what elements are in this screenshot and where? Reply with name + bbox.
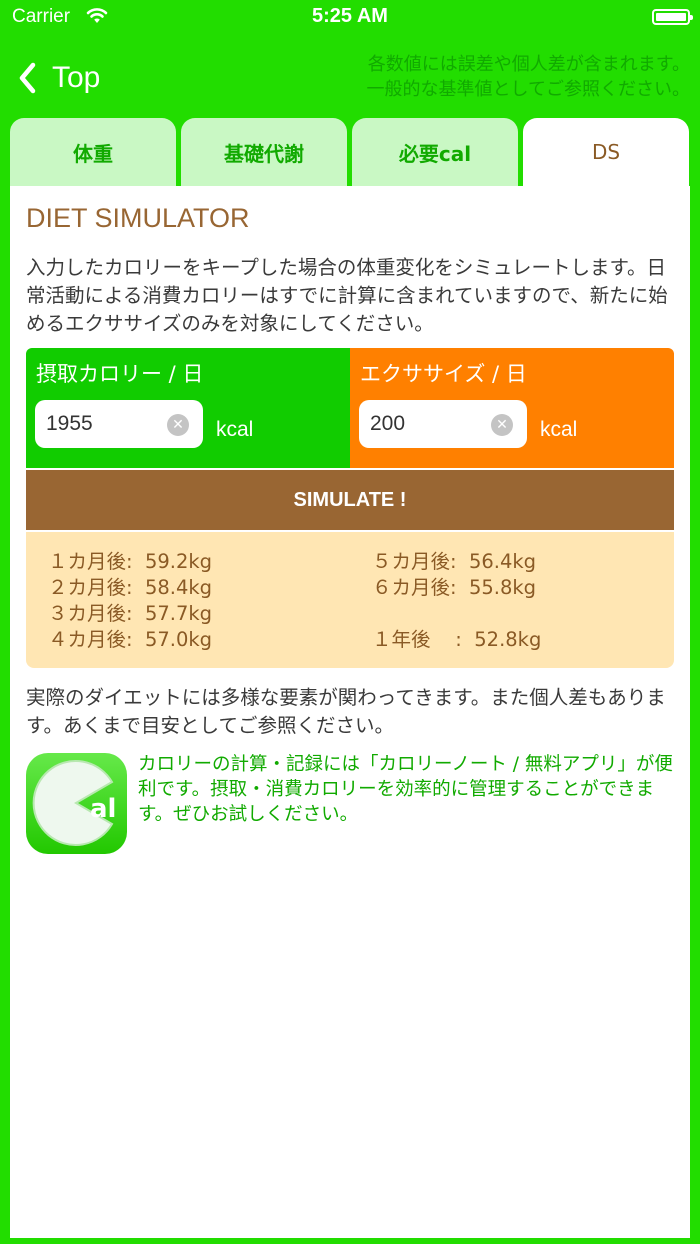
clear-icon[interactable]: ✕ (491, 414, 513, 436)
tab-weight[interactable]: 体重 (10, 118, 176, 186)
intake-value: 1955 (46, 412, 93, 435)
exercise-section: エクササイズ / 日 200 ✕ kcal (350, 348, 674, 468)
back-button[interactable]: Top (18, 56, 100, 100)
tab-required-cal[interactable]: 必要cal (352, 118, 518, 186)
battery-icon (652, 9, 693, 25)
disclaimer: 各数値には誤差や個人差が含まれます。 一般的な基準値としてご参照ください。 (367, 52, 690, 102)
intake-label: 摂取カロリー / 日 (36, 362, 204, 386)
clear-icon[interactable]: ✕ (167, 414, 189, 436)
intro-text: 入力したカロリーをキープした場合の体重変化をシミュレートします。日常活動による消… (26, 256, 668, 335)
result-2-month: ２カ月後: 58.4kg (48, 576, 213, 599)
result-3-month: ３カ月後: 57.7kg (48, 602, 213, 625)
simulate-button[interactable]: SIMULATE ! (26, 470, 674, 530)
intake-section: 摂取カロリー / 日 1955 ✕ kcal (26, 348, 350, 468)
exercise-label: エクササイズ / 日 (360, 362, 527, 386)
exercise-input[interactable]: 200 ✕ (359, 400, 527, 448)
tab-bar: 体重 基礎代謝 必要cal DS (10, 118, 690, 186)
chevron-left-icon (19, 62, 36, 94)
result-1-month: １カ月後: 59.2kg (48, 550, 213, 573)
result-6-month: ６カ月後: 55.8kg (372, 576, 537, 599)
intake-input[interactable]: 1955 ✕ (35, 400, 203, 448)
app-icon-letters: al (90, 794, 116, 824)
status-bar: Carrier 5:25 AM (0, 0, 700, 36)
exercise-unit: kcal (540, 418, 578, 441)
result-4-month: ４カ月後: 57.0kg (48, 628, 213, 651)
calorie-note-app-icon[interactable]: al (26, 753, 127, 854)
intake-unit: kcal (216, 418, 254, 441)
result-1-year: １年後 : 52.8kg (372, 628, 542, 651)
disclaimer-line: 一般的な基準値としてご参照ください。 (366, 79, 690, 100)
exercise-value: 200 (370, 412, 406, 435)
page-title: DIET SIMULATOR (26, 203, 250, 233)
disclaimer-line: 各数値には誤差や個人差が含まれます。 (367, 54, 690, 75)
tab-ds[interactable]: DS (523, 118, 689, 186)
pacman-cal-icon: al (32, 760, 116, 846)
result-5-month: ５カ月後: 56.4kg (372, 550, 537, 573)
clock: 5:25 AM (312, 5, 388, 27)
promo-text[interactable]: カロリーの計算・記録には「カロリーノート / 無料アプリ」が便利です。摂取・消費… (138, 752, 678, 827)
note-text: 実際のダイエットには多様な要素が関わってきます。また個人差もあります。あくまで目… (26, 686, 666, 737)
tab-bmr[interactable]: 基礎代謝 (181, 118, 347, 186)
results-panel: １カ月後: 59.2kg ２カ月後: 58.4kg ３カ月後: 57.7kg ４… (26, 532, 674, 668)
back-label: Top (52, 61, 101, 94)
